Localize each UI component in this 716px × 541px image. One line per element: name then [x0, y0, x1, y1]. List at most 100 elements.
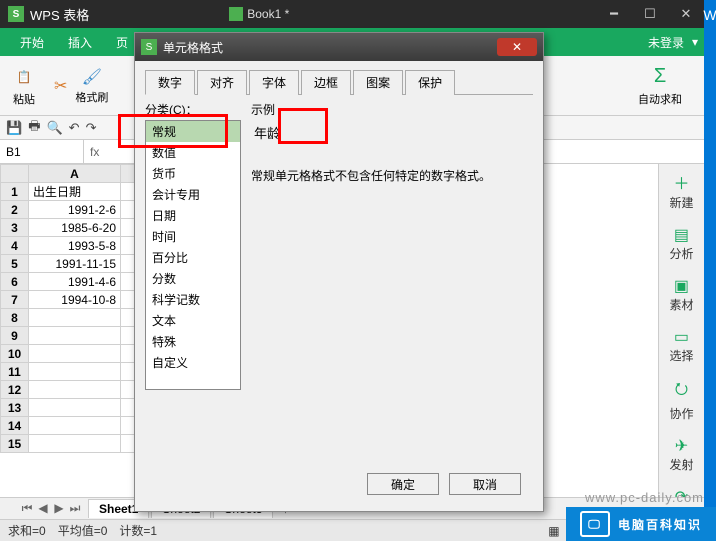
row-header[interactable]: 8: [1, 309, 29, 327]
app-logo-icon: S: [8, 6, 24, 22]
category-item[interactable]: 百分比: [146, 247, 240, 268]
row-header[interactable]: 13: [1, 399, 29, 417]
cell-format-dialog: S 单元格格式 ✕ 数字 对齐 字体 边框 图案 保护 分类(C)： 常规数值货…: [134, 32, 544, 512]
dlg-tab-pattern[interactable]: 图案: [353, 70, 403, 95]
cell[interactable]: 1991-2-6: [29, 201, 121, 219]
row-header[interactable]: 14: [1, 417, 29, 435]
dlg-tab-font[interactable]: 字体: [249, 70, 299, 95]
format-painter-button[interactable]: 🖌 格式刷: [71, 65, 112, 107]
dlg-tab-number[interactable]: 数字: [145, 70, 195, 95]
cell[interactable]: [29, 309, 121, 327]
monitor-icon: 🖵: [580, 511, 610, 537]
cell[interactable]: 1985-6-20: [29, 219, 121, 237]
close-button[interactable]: ✕: [668, 0, 704, 28]
category-list[interactable]: 常规数值货币会计专用日期时间百分比分数科学记数文本特殊自定义: [145, 120, 241, 390]
category-item[interactable]: 数值: [146, 142, 240, 163]
fx-icon[interactable]: fx: [84, 145, 105, 159]
paste-button[interactable]: 📋 粘贴: [8, 63, 40, 109]
cell[interactable]: 1991-4-6: [29, 273, 121, 291]
side-collab[interactable]: ⭮协作: [669, 378, 693, 422]
chart-icon: ▤: [674, 225, 689, 245]
category-item[interactable]: 文本: [146, 310, 240, 331]
autosum-button[interactable]: Σ 自动求和: [634, 63, 686, 109]
login-status[interactable]: 未登录: [648, 34, 684, 51]
sample-value: 年龄: [251, 118, 533, 147]
name-box[interactable]: B1: [0, 140, 84, 163]
sample-label: 示例: [251, 101, 533, 118]
row-header[interactable]: 1: [1, 183, 29, 201]
col-header[interactable]: A: [29, 165, 121, 183]
cell[interactable]: [29, 399, 121, 417]
dlg-tab-border[interactable]: 边框: [301, 70, 351, 95]
dialog-close-button[interactable]: ✕: [497, 38, 537, 56]
category-item[interactable]: 时间: [146, 226, 240, 247]
rocket-icon: ✈: [675, 436, 688, 456]
row-header[interactable]: 2: [1, 201, 29, 219]
watermark-url: www.pc-daily.com: [585, 490, 704, 505]
side-asset[interactable]: ▣素材: [669, 276, 693, 313]
preview-icon[interactable]: 🔍: [46, 120, 62, 136]
sheet-nav-first[interactable]: ⏮: [20, 501, 34, 516]
undo-icon[interactable]: ↶: [69, 120, 80, 136]
row-header[interactable]: 9: [1, 327, 29, 345]
cell[interactable]: [29, 435, 121, 453]
minimize-button[interactable]: ━: [596, 0, 632, 28]
cell[interactable]: [29, 417, 121, 435]
category-item[interactable]: 科学记数: [146, 289, 240, 310]
row-header[interactable]: 10: [1, 345, 29, 363]
ribbon-collapse-icon[interactable]: ▾: [692, 35, 698, 49]
category-item[interactable]: 日期: [146, 205, 240, 226]
side-new[interactable]: ＋新建: [669, 170, 693, 211]
side-select[interactable]: ▭选择: [669, 327, 693, 364]
print-icon[interactable]: 🖶: [28, 117, 40, 139]
maximize-button[interactable]: ☐: [632, 0, 668, 28]
category-item[interactable]: 特殊: [146, 331, 240, 352]
side-analyze[interactable]: ▤分析: [669, 225, 693, 262]
dialog-titlebar[interactable]: S 单元格格式 ✕: [135, 33, 543, 61]
clipboard-icon: 📋: [12, 65, 36, 89]
tab-home[interactable]: 开始: [8, 28, 56, 56]
dlg-tab-protect[interactable]: 保护: [405, 70, 455, 95]
dlg-tab-align[interactable]: 对齐: [197, 70, 247, 95]
cancel-button[interactable]: 取消: [449, 473, 521, 495]
row-header[interactable]: 15: [1, 435, 29, 453]
save-icon[interactable]: 💾: [6, 120, 22, 136]
cell[interactable]: [29, 381, 121, 399]
cell[interactable]: 1993-5-8: [29, 237, 121, 255]
row-header[interactable]: 7: [1, 291, 29, 309]
category-item[interactable]: 分数: [146, 268, 240, 289]
row-header[interactable]: 11: [1, 363, 29, 381]
category-item[interactable]: 常规: [146, 121, 240, 142]
cell[interactable]: [29, 327, 121, 345]
row-header[interactable]: 4: [1, 237, 29, 255]
side-send[interactable]: ✈发射: [669, 436, 693, 473]
cell[interactable]: 1994-10-8: [29, 291, 121, 309]
category-item[interactable]: 货币: [146, 163, 240, 184]
sheet-nav-prev[interactable]: ◀: [36, 501, 50, 516]
dialog-title: 单元格格式: [163, 39, 223, 56]
document-name[interactable]: Book1 *: [229, 7, 289, 22]
category-item[interactable]: 自定义: [146, 352, 240, 373]
side-panel: ＋新建 ▤分析 ▣素材 ▭选择 ⭮协作 ✈发射 ⟳备份: [658, 164, 704, 497]
cell[interactable]: [29, 363, 121, 381]
right-edge-letter: W: [704, 0, 716, 30]
status-count: 计数=1: [119, 522, 157, 539]
cell[interactable]: [29, 345, 121, 363]
row-header[interactable]: 3: [1, 219, 29, 237]
dialog-logo-icon: S: [141, 39, 157, 55]
tab-insert[interactable]: 插入: [56, 28, 104, 56]
titlebar: S WPS 表格 Book1 * ━ ☐ ✕: [0, 0, 704, 28]
category-item[interactable]: 会计专用: [146, 184, 240, 205]
redo-icon[interactable]: ↷: [86, 120, 97, 136]
cell[interactable]: 1991-11-15: [29, 255, 121, 273]
view-grid-icon[interactable]: ▦: [548, 524, 559, 538]
row-header[interactable]: 6: [1, 273, 29, 291]
row-header[interactable]: 12: [1, 381, 29, 399]
row-header[interactable]: 5: [1, 255, 29, 273]
cut-button[interactable]: ✂: [50, 74, 71, 98]
sheet-nav-next[interactable]: ▶: [52, 501, 66, 516]
sheet-nav-last[interactable]: ⏭: [68, 501, 82, 516]
cell[interactable]: 出生日期: [29, 183, 121, 201]
ok-button[interactable]: 确定: [367, 473, 439, 495]
doc-icon: [229, 7, 243, 21]
